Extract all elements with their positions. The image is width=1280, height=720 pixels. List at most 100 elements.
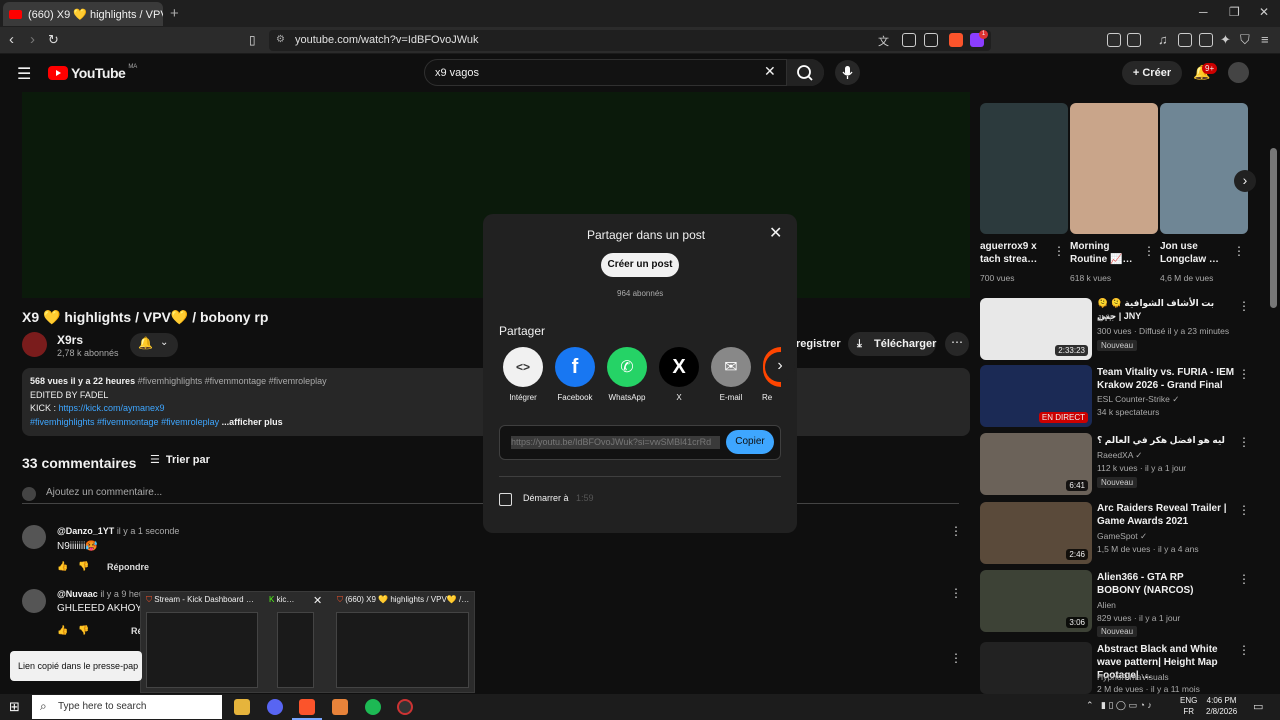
video-more-icon[interactable]: ⋮ (1238, 367, 1250, 381)
comment-more-icon[interactable]: ⋮ (950, 524, 962, 538)
video-more-icon[interactable]: ⋮ (1238, 435, 1250, 449)
brave-browser-icon[interactable] (299, 699, 315, 715)
translate-icon[interactable]: 文 (878, 33, 889, 49)
video-channel[interactable]: ESL Counter-Strike ✓ (1097, 393, 1179, 406)
youtube-logo[interactable]: YouTube MA (48, 64, 137, 81)
app-icon[interactable] (332, 699, 348, 715)
cast-icon[interactable] (902, 33, 916, 47)
notification-center-icon[interactable]: ▭ (1253, 700, 1263, 713)
whatsapp-icon[interactable]: ✆ (607, 347, 647, 387)
start-at-checkbox[interactable] (499, 493, 512, 506)
create-post-button[interactable]: Créer un post (601, 253, 679, 277)
menu-icon[interactable]: ≡ (1261, 32, 1269, 47)
close-icon[interactable]: ✕ (769, 223, 782, 243)
short-more-icon[interactable]: ⋮ (1053, 244, 1065, 258)
share-link-input[interactable]: https://youtu.be/IdBFOvoJWuk?si=vwSMBl41… (511, 436, 720, 449)
comment-more-icon[interactable]: ⋮ (950, 586, 962, 600)
show-more-link[interactable]: ...afficher plus (219, 417, 283, 427)
facebook-icon[interactable]: f (555, 347, 595, 387)
embed-icon[interactable]: <> (503, 347, 543, 387)
video-channel[interactable]: RaeedXA ✓ (1097, 449, 1142, 462)
discord-icon[interactable] (267, 699, 283, 715)
share-scroll-next-button[interactable]: › (765, 352, 795, 382)
comment-author-name[interactable]: @Nuvaac (57, 589, 98, 599)
short-thumbnail[interactable] (980, 103, 1068, 234)
channel-name[interactable]: X9rs (57, 333, 83, 347)
download-button[interactable]: ⤓ Télécharger (848, 332, 936, 356)
short-thumbnail[interactable] (1070, 103, 1158, 234)
like-icon[interactable]: 👍 (57, 625, 68, 636)
video-channel[interactable]: Alien (1097, 599, 1116, 612)
video-title[interactable]: Arc Raiders Reveal Trailer | Game Awards… (1097, 502, 1227, 528)
x-icon[interactable]: X (659, 347, 699, 387)
back-icon[interactable]: ‹ (9, 31, 14, 48)
comment-more-icon[interactable]: ⋮ (950, 651, 962, 665)
video-more-icon[interactable]: ⋮ (1238, 643, 1250, 657)
preview-window[interactable]: ⛉ Stream - Kick Dashboard … (146, 595, 258, 605)
system-clock[interactable]: 4:06 PM 2/8/2026 (1206, 695, 1237, 717)
sort-comments-button[interactable]: ☰ Trier par (150, 453, 210, 466)
create-button[interactable]: + Créer (1122, 61, 1182, 85)
language-indicator[interactable]: ENG FR (1180, 695, 1197, 717)
short-more-icon[interactable]: ⋮ (1143, 244, 1155, 258)
brave-shields-icon[interactable] (949, 33, 963, 47)
short-title[interactable]: aguerrox9 x tach strea… (980, 240, 1046, 266)
new-tab-button[interactable]: + (170, 5, 179, 22)
account-avatar[interactable] (1228, 62, 1249, 83)
site-info-icon[interactable]: ⚙ (276, 34, 285, 45)
dislike-icon[interactable]: 👎 (78, 561, 89, 572)
preview-thumbnail[interactable] (336, 612, 469, 688)
page-scrollbar[interactable] (1270, 148, 1277, 308)
short-thumbnail[interactable] (1160, 103, 1248, 234)
obs-icon[interactable] (397, 699, 413, 715)
save-button[interactable]: registrer (796, 338, 841, 350)
wallet-icon[interactable] (1199, 33, 1213, 47)
voice-search-button[interactable] (835, 60, 860, 85)
desc-hashtags-2[interactable]: #fivemhighlights #fivemmontage #fivemrol… (30, 417, 219, 427)
video-thumbnail[interactable]: 2:46 (980, 502, 1092, 564)
tray-chevron-icon[interactable]: ⌃ (1086, 700, 1094, 711)
clear-search-icon[interactable]: ✕ (764, 63, 776, 80)
leo-ai-icon[interactable]: ✦ (1220, 32, 1231, 48)
short-more-icon[interactable]: ⋮ (1233, 244, 1245, 258)
more-actions-button[interactable]: ⋯ (945, 332, 969, 356)
close-window-button[interactable]: ✕ (1259, 5, 1269, 19)
video-more-icon[interactable]: ⋮ (1238, 503, 1250, 517)
forward-icon[interactable]: › (30, 31, 35, 48)
search-button[interactable] (786, 59, 824, 86)
desc-hashtags[interactable]: #fivemhighlights #fivemmontage #fivemrol… (138, 376, 327, 386)
taskbar-search-input[interactable]: Type here to search (32, 695, 222, 719)
guide-menu-icon[interactable]: ☰ (17, 64, 31, 84)
video-more-icon[interactable]: ⋮ (1238, 299, 1250, 313)
video-title[interactable]: 🫠 بت الأشاف الشوافية 🫠 جني | JNY (1097, 297, 1227, 323)
video-thumbnail[interactable]: 2:33:23 (980, 298, 1092, 360)
screenshot-icon[interactable] (1127, 33, 1141, 47)
video-thumbnail[interactable]: EN DIRECT (980, 365, 1092, 427)
preview-window[interactable]: K kic… (269, 595, 309, 604)
reload-icon[interactable]: ↻ (48, 32, 59, 48)
comment-author-name[interactable]: @Danzo_1YT (57, 526, 114, 536)
sidebar-icon[interactable] (1178, 33, 1192, 47)
tab-youtube[interactable]: (660) X9 💛 highlights / VPV💛 ✕ (3, 2, 163, 26)
preview-thumbnail[interactable] (146, 612, 258, 688)
start-at-time[interactable]: 1:59 (576, 493, 594, 503)
close-preview-icon[interactable]: ✕ (313, 594, 322, 607)
extensions-icon[interactable] (1107, 33, 1121, 47)
email-icon[interactable]: ✉ (711, 347, 751, 387)
video-more-icon[interactable]: ⋮ (1238, 572, 1250, 586)
vpn-icon[interactable]: ⛉ (1240, 32, 1250, 48)
share-page-icon[interactable] (924, 33, 938, 47)
channel-avatar[interactable] (22, 332, 47, 357)
music-icon[interactable]: ♫ (1158, 32, 1168, 47)
maximize-button[interactable]: ❐ (1229, 5, 1240, 19)
kick-link[interactable]: https://kick.com/aymanex9 (59, 403, 165, 413)
short-title[interactable]: Jon use Longclaw … (1160, 240, 1226, 266)
video-title[interactable]: Team Vitality vs. FURIA - IEM Krakow 202… (1097, 366, 1237, 392)
video-channel[interactable]: JNY (1097, 312, 1113, 325)
spotify-icon[interactable] (365, 699, 381, 715)
video-channel[interactable]: GameSpot ✓ (1097, 530, 1147, 543)
video-thumbnail[interactable]: 3:06 (980, 570, 1092, 632)
comment-avatar[interactable] (22, 589, 46, 613)
tray-icons[interactable]: ▮ ▯ ◯ ▭ ◔ ♪ (1101, 700, 1152, 711)
reply-button[interactable]: Répondre (107, 562, 149, 572)
